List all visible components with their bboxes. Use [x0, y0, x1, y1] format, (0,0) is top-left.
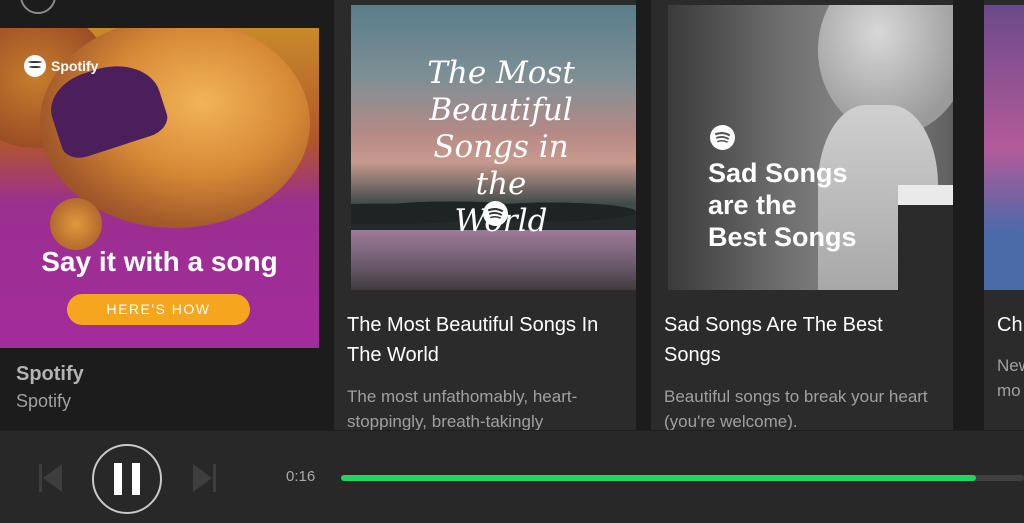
description-line: mo: [997, 381, 1021, 400]
ad-photo-bubble: [50, 198, 102, 250]
playlist-cover[interactable]: The MostBeautifulSongs in theWorld: [351, 5, 636, 290]
cover-shirt: [898, 185, 953, 290]
playlist-description: The most unfathomably, heart-stoppingly,…: [347, 387, 578, 430]
ad-cta-button[interactable]: HERE'S HOW: [67, 294, 250, 325]
skip-back-icon: [39, 464, 62, 492]
elapsed-time: 0:16: [286, 468, 316, 485]
pause-button[interactable]: [92, 444, 162, 514]
progress-fill: [341, 475, 977, 481]
ad-brand-label: Spotify: [51, 58, 99, 74]
playlist-title[interactable]: Sad Songs Are The Best Songs: [664, 310, 934, 370]
pause-icon: [114, 463, 140, 495]
ad-banner[interactable]: Spotify Say it with a song HERE'S HOW: [0, 28, 319, 348]
ad-headline: Say it with a song: [41, 246, 278, 277]
cover-title: Sad Songs are the Best Songs: [708, 158, 857, 252]
previous-track-button[interactable]: [38, 462, 64, 494]
spotify-icon: [483, 201, 508, 226]
playlist-cover[interactable]: Sad Songs are the Best Songs: [668, 5, 953, 290]
ad-subtitle[interactable]: Spotify: [16, 391, 71, 412]
description-line: New: [997, 356, 1024, 375]
browse-content: Spotify Say it with a song HERE'S HOW Sp…: [0, 0, 1024, 430]
ad-spotify-logo: Spotify: [24, 55, 98, 77]
playlist-description: Beautiful songs to break your heart (you…: [664, 387, 928, 430]
spotify-icon: [24, 55, 46, 77]
playlist-description: New mo: [997, 353, 1024, 403]
skip-forward-icon: [193, 464, 216, 492]
playlist-card-partial[interactable]: Ch New mo: [984, 0, 1024, 430]
next-track-button[interactable]: [191, 462, 217, 494]
playlist-title[interactable]: The Most Beautiful Songs In The World: [347, 310, 617, 370]
playlist-card-beautiful-songs[interactable]: The MostBeautifulSongs in theWorld The M…: [334, 0, 636, 430]
avatar[interactable]: [20, 0, 56, 14]
progress-bar[interactable]: [341, 475, 1024, 481]
spotify-icon: [710, 125, 735, 150]
playlist-card-sad-songs[interactable]: Sad Songs are the Best Songs Sad Songs Are…: [651, 0, 953, 430]
playlist-title[interactable]: Ch: [997, 310, 1023, 340]
playlist-cover[interactable]: [984, 5, 1024, 290]
ad-title[interactable]: Spotify: [16, 363, 84, 386]
